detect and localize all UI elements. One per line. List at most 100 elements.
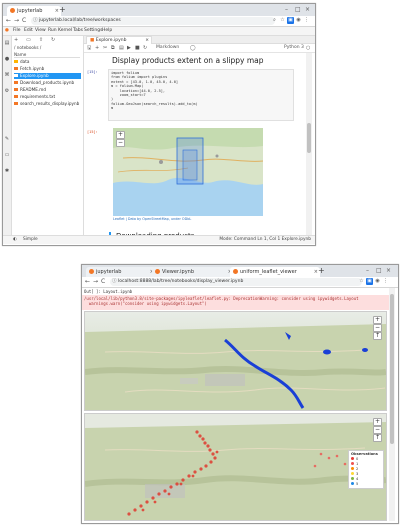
save-icon[interactable]: 🖫 <box>87 44 91 52</box>
forward-icon[interactable]: → <box>93 278 98 286</box>
menu-icon[interactable]: ⋮ <box>303 17 310 24</box>
menu-file[interactable]: File <box>13 27 21 35</box>
code-cell[interactable]: import folium from folium import plugins e… <box>108 69 294 121</box>
list-item[interactable]: Fetch.ipynb <box>14 66 81 72</box>
back-icon[interactable]: ← <box>6 17 11 25</box>
cut-icon[interactable]: ✂ <box>103 44 107 52</box>
list-item[interactable]: Explore.ipynb <box>14 73 81 79</box>
tab-jupyterlab[interactable]: jupyterlab × <box>86 267 156 277</box>
forward-icon[interactable]: → <box>14 17 19 25</box>
maximize-button[interactable]: □ <box>376 266 382 275</box>
close-window-button[interactable]: × <box>305 5 310 14</box>
close-window-button[interactable]: × <box>386 266 391 275</box>
deckgl-map-route[interactable]: + − ↑ <box>84 311 387 411</box>
compass-button[interactable]: ↑ <box>373 332 382 340</box>
status-left-text: Simple <box>23 237 38 242</box>
reload-icon[interactable]: C <box>22 17 26 25</box>
kernel-name[interactable]: Python 3 <box>284 44 304 52</box>
notebook-icon <box>14 102 18 105</box>
github-icon[interactable]: ◯ <box>190 44 196 52</box>
simple-mode-toggle[interactable]: ◐ <box>13 236 17 244</box>
new-launcher-icon[interactable]: + <box>14 37 18 43</box>
refresh-icon[interactable]: ↻ <box>51 37 55 43</box>
tab-jupyterlab[interactable]: jupyterlab × <box>7 6 61 16</box>
cell-type-select[interactable]: Markdown <box>156 44 179 52</box>
file-browser: + ▭ ⇧ ↻ / notebooks / Name data Fetch.ip… <box>12 36 84 235</box>
list-item[interactable]: Download_products.ipynb <box>14 80 81 86</box>
menu-edit[interactable]: Edit <box>24 27 33 35</box>
new-tab-button[interactable]: + <box>318 266 325 276</box>
extension-manager-icon[interactable]: ✱ <box>4 168 10 174</box>
folder-icon[interactable]: ▤ <box>4 40 10 46</box>
menu-tabs[interactable]: Tabs <box>73 27 83 35</box>
tab-leaflet-viewer[interactable]: uniform_leaflet_viewer × <box>230 267 320 277</box>
insert-cell-icon[interactable]: + <box>95 44 99 52</box>
profile-icon[interactable]: ◉ <box>374 278 381 285</box>
zoom-in-button[interactable]: + <box>116 131 125 139</box>
url-input[interactable]: ⓘ localhost:8888/lab/tree/notebooks/displ… <box>110 278 362 286</box>
menu-icon[interactable]: ⋮ <box>382 278 389 285</box>
new-folder-icon[interactable]: ▭ <box>26 37 31 43</box>
copy-icon[interactable]: ⧉ <box>111 44 115 52</box>
list-item[interactable]: requirements.txt <box>14 94 81 100</box>
file-name: requirements.txt <box>20 94 56 99</box>
paste-icon[interactable]: ▤ <box>119 44 124 52</box>
menu-run[interactable]: Run <box>48 27 57 35</box>
zoom-icon[interactable]: ⌕ <box>271 17 278 24</box>
menu-help[interactable]: Help <box>102 27 112 35</box>
maximize-button[interactable]: □ <box>295 5 301 14</box>
extension-icon[interactable]: ▣ <box>366 278 373 285</box>
zoom-out-button[interactable]: − <box>373 324 382 332</box>
reload-icon[interactable]: C <box>101 278 105 286</box>
upload-icon[interactable]: ⇧ <box>39 37 43 43</box>
scroll-thumb[interactable] <box>307 123 311 153</box>
address-bar: ← → C ⓘ localhost:8888/lab/tree/notebooks… <box>82 277 398 288</box>
stop-icon[interactable]: ■ <box>135 44 140 52</box>
compass-button[interactable]: ↑ <box>373 434 382 442</box>
menu-view[interactable]: View <box>35 27 46 35</box>
tab-notebook[interactable]: ■ Explore.ipynb × <box>86 36 152 44</box>
list-item[interactable]: data <box>14 59 81 65</box>
star-icon[interactable]: ☆ <box>358 278 365 285</box>
tab-viewer[interactable]: Viewer.ipynb × <box>152 267 234 277</box>
breadcrumb[interactable]: / notebooks / <box>14 45 41 50</box>
output-slippy-map[interactable]: + − <box>113 128 263 216</box>
notebook-heading: Display products extent on a slippy map <box>112 56 264 65</box>
url-input[interactable]: ⓘ jupyterlab.local/lab/tree/workspaces <box>31 17 275 25</box>
jupyter-logo-icon: ● <box>5 28 9 33</box>
list-item[interactable]: README.md <box>14 87 81 93</box>
tab-label: Viewer.ipynb <box>162 269 194 275</box>
legend-label: 2 <box>356 467 359 471</box>
minimize-button[interactable]: – <box>285 5 288 14</box>
deckgl-map-points[interactable]: + − ↑ Observations 0 1 2 3 4 5 <box>84 413 387 521</box>
page-scrollbar[interactable] <box>389 288 395 521</box>
menu-settings[interactable]: Settings <box>84 27 102 35</box>
menu-kernel[interactable]: Kernel <box>58 27 72 35</box>
zoom-out-button[interactable]: − <box>116 139 125 147</box>
zoom-out-button[interactable]: − <box>373 426 382 434</box>
tabs-icon[interactable]: ▭ <box>4 152 10 158</box>
scroll-thumb[interactable] <box>390 294 394 444</box>
close-tab-icon[interactable]: × <box>145 37 149 44</box>
minimize-button[interactable]: – <box>366 266 369 275</box>
star-icon[interactable]: ☆ <box>279 17 286 24</box>
bottom-browser-window: jupyterlab × Viewer.ipynb × uniform_leaf… <box>81 264 399 524</box>
list-item[interactable]: search_results_display.ipynb <box>14 101 81 107</box>
jupyter-menubar: ● File Edit View Run Kernel Tabs Setting… <box>3 27 315 36</box>
running-icon[interactable]: ● <box>4 56 10 62</box>
wrench-icon[interactable]: ✎ <box>4 136 10 142</box>
zoom-in-button[interactable]: + <box>373 316 382 324</box>
terrain-map-route <box>85 312 386 410</box>
column-header-name[interactable]: Name <box>14 52 80 58</box>
property-icon[interactable]: ⚙ <box>4 88 10 94</box>
zoom-in-button[interactable]: + <box>373 418 382 426</box>
back-icon[interactable]: ← <box>85 278 90 286</box>
restart-icon[interactable]: ↻ <box>143 44 147 52</box>
address-bar: ← → C ⓘ jupyterlab.local/lab/tree/workspa… <box>3 16 315 27</box>
notebook-scrollbar[interactable] <box>306 53 312 235</box>
extension-icon[interactable]: ▣ <box>287 17 294 24</box>
profile-icon[interactable]: ◉ <box>295 17 302 24</box>
new-tab-button[interactable]: + <box>59 5 66 15</box>
commands-icon[interactable]: ⌘ <box>4 72 10 78</box>
run-icon[interactable]: ▶ <box>127 44 131 52</box>
